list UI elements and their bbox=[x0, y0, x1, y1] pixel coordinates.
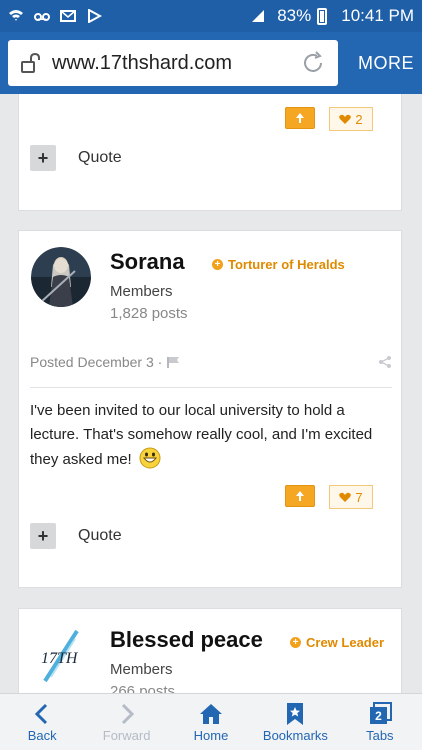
tabs-button[interactable]: 2 Tabs bbox=[338, 694, 422, 750]
grin-emoji-icon bbox=[139, 447, 161, 469]
rank-badge: + Crew Leader bbox=[290, 635, 384, 650]
play-store-icon bbox=[88, 9, 102, 23]
tabs-count: 2 bbox=[375, 709, 382, 723]
post-body: I've been invited to our local universit… bbox=[30, 399, 392, 472]
reaction-count[interactable]: 2 bbox=[329, 107, 373, 131]
post-author: 17TH Blessed peace + Crew Leader Members… bbox=[31, 625, 391, 693]
posted-date[interactable]: Posted December 3 · bbox=[30, 354, 162, 370]
nav-label: Back bbox=[27, 727, 57, 743]
upvote-button[interactable] bbox=[285, 107, 315, 129]
avatar[interactable]: 17TH bbox=[31, 625, 91, 685]
rank-badge: + Torturer of Heralds bbox=[212, 257, 345, 272]
arrow-up-icon bbox=[296, 113, 304, 123]
chevron-right-icon bbox=[121, 703, 134, 724]
author-name[interactable]: Sorana bbox=[110, 249, 185, 275]
forward-button[interactable]: Forward bbox=[84, 694, 168, 750]
signal-icon bbox=[252, 10, 265, 22]
reload-icon[interactable] bbox=[300, 50, 326, 76]
post-card: Sorana + Torturer of Heralds Members 1,8… bbox=[18, 230, 402, 588]
unlock-icon bbox=[21, 53, 40, 73]
voicemail-icon bbox=[34, 13, 50, 21]
rank-icon: + bbox=[290, 637, 301, 648]
url-text: www.17thshard.com bbox=[52, 51, 233, 74]
divider bbox=[30, 387, 392, 388]
wifi-icon bbox=[9, 10, 23, 21]
home-button[interactable]: Home bbox=[169, 694, 253, 750]
arrow-up-icon bbox=[296, 491, 304, 501]
plus-icon: + bbox=[37, 147, 49, 168]
browser-toolbar: www.17thshard.com MORE bbox=[0, 32, 422, 94]
nav-label: Forward bbox=[102, 727, 151, 743]
bookmarks-button[interactable]: Bookmarks bbox=[253, 694, 337, 750]
address-bar[interactable]: www.17thshard.com bbox=[8, 40, 338, 86]
bottom-navigation: Back Forward Home Bookmarks 2 Tabs bbox=[0, 693, 422, 750]
share-icon[interactable] bbox=[378, 355, 392, 369]
post-card: 17TH Blessed peace + Crew Leader Members… bbox=[18, 608, 402, 693]
plus-icon: + bbox=[37, 525, 49, 546]
mail-icon bbox=[60, 10, 76, 22]
nav-label: Tabs bbox=[366, 727, 394, 743]
quote-button[interactable]: Quote bbox=[78, 527, 122, 545]
post-card: 2 + Quote bbox=[18, 94, 402, 211]
rank-icon: + bbox=[212, 259, 223, 270]
bookmark-star-icon bbox=[287, 702, 304, 725]
nav-label: Home bbox=[193, 727, 229, 743]
reaction-count-value: 2 bbox=[355, 111, 363, 127]
post-author: Sorana + Torturer of Heralds Members 1,8… bbox=[31, 247, 391, 327]
reaction-count[interactable]: 7 bbox=[329, 485, 373, 509]
multiquote-button[interactable]: + bbox=[30, 145, 56, 171]
rank-label: Torturer of Heralds bbox=[228, 257, 345, 272]
home-icon bbox=[200, 703, 223, 724]
more-button[interactable]: MORE bbox=[358, 53, 414, 74]
post-meta: Posted December 3 · bbox=[30, 354, 392, 370]
battery-percent: 83% bbox=[277, 6, 312, 25]
battery-icon bbox=[317, 7, 328, 25]
avatar[interactable] bbox=[31, 247, 91, 307]
page-content: 2 + Quote Sorana + Torturer of Heralds M… bbox=[0, 94, 422, 693]
tabs-icon: 2 bbox=[369, 701, 392, 724]
member-group: Members bbox=[110, 283, 173, 300]
member-group: Members bbox=[110, 661, 173, 678]
quote-button[interactable]: Quote bbox=[78, 149, 122, 167]
clock: 10:41 PM bbox=[341, 6, 414, 25]
reaction-count-value: 7 bbox=[355, 489, 363, 505]
multiquote-button[interactable]: + bbox=[30, 523, 56, 549]
avatar-logo-text: 17TH bbox=[41, 650, 79, 667]
status-bar: 83% 10:41 PM bbox=[0, 0, 422, 32]
back-button[interactable]: Back bbox=[0, 694, 84, 750]
author-name[interactable]: Blessed peace bbox=[110, 627, 263, 653]
post-text: I've been invited to our local universit… bbox=[30, 402, 373, 468]
flag-icon[interactable] bbox=[167, 356, 181, 369]
rank-label: Crew Leader bbox=[306, 635, 385, 650]
post-count: 1,828 posts bbox=[110, 305, 188, 322]
nav-label: Bookmarks bbox=[262, 727, 328, 743]
chevron-left-icon bbox=[35, 703, 48, 724]
upvote-button[interactable] bbox=[285, 485, 315, 507]
heart-icon bbox=[339, 114, 352, 124]
heart-icon bbox=[339, 492, 352, 502]
post-count: 266 posts bbox=[110, 683, 176, 693]
